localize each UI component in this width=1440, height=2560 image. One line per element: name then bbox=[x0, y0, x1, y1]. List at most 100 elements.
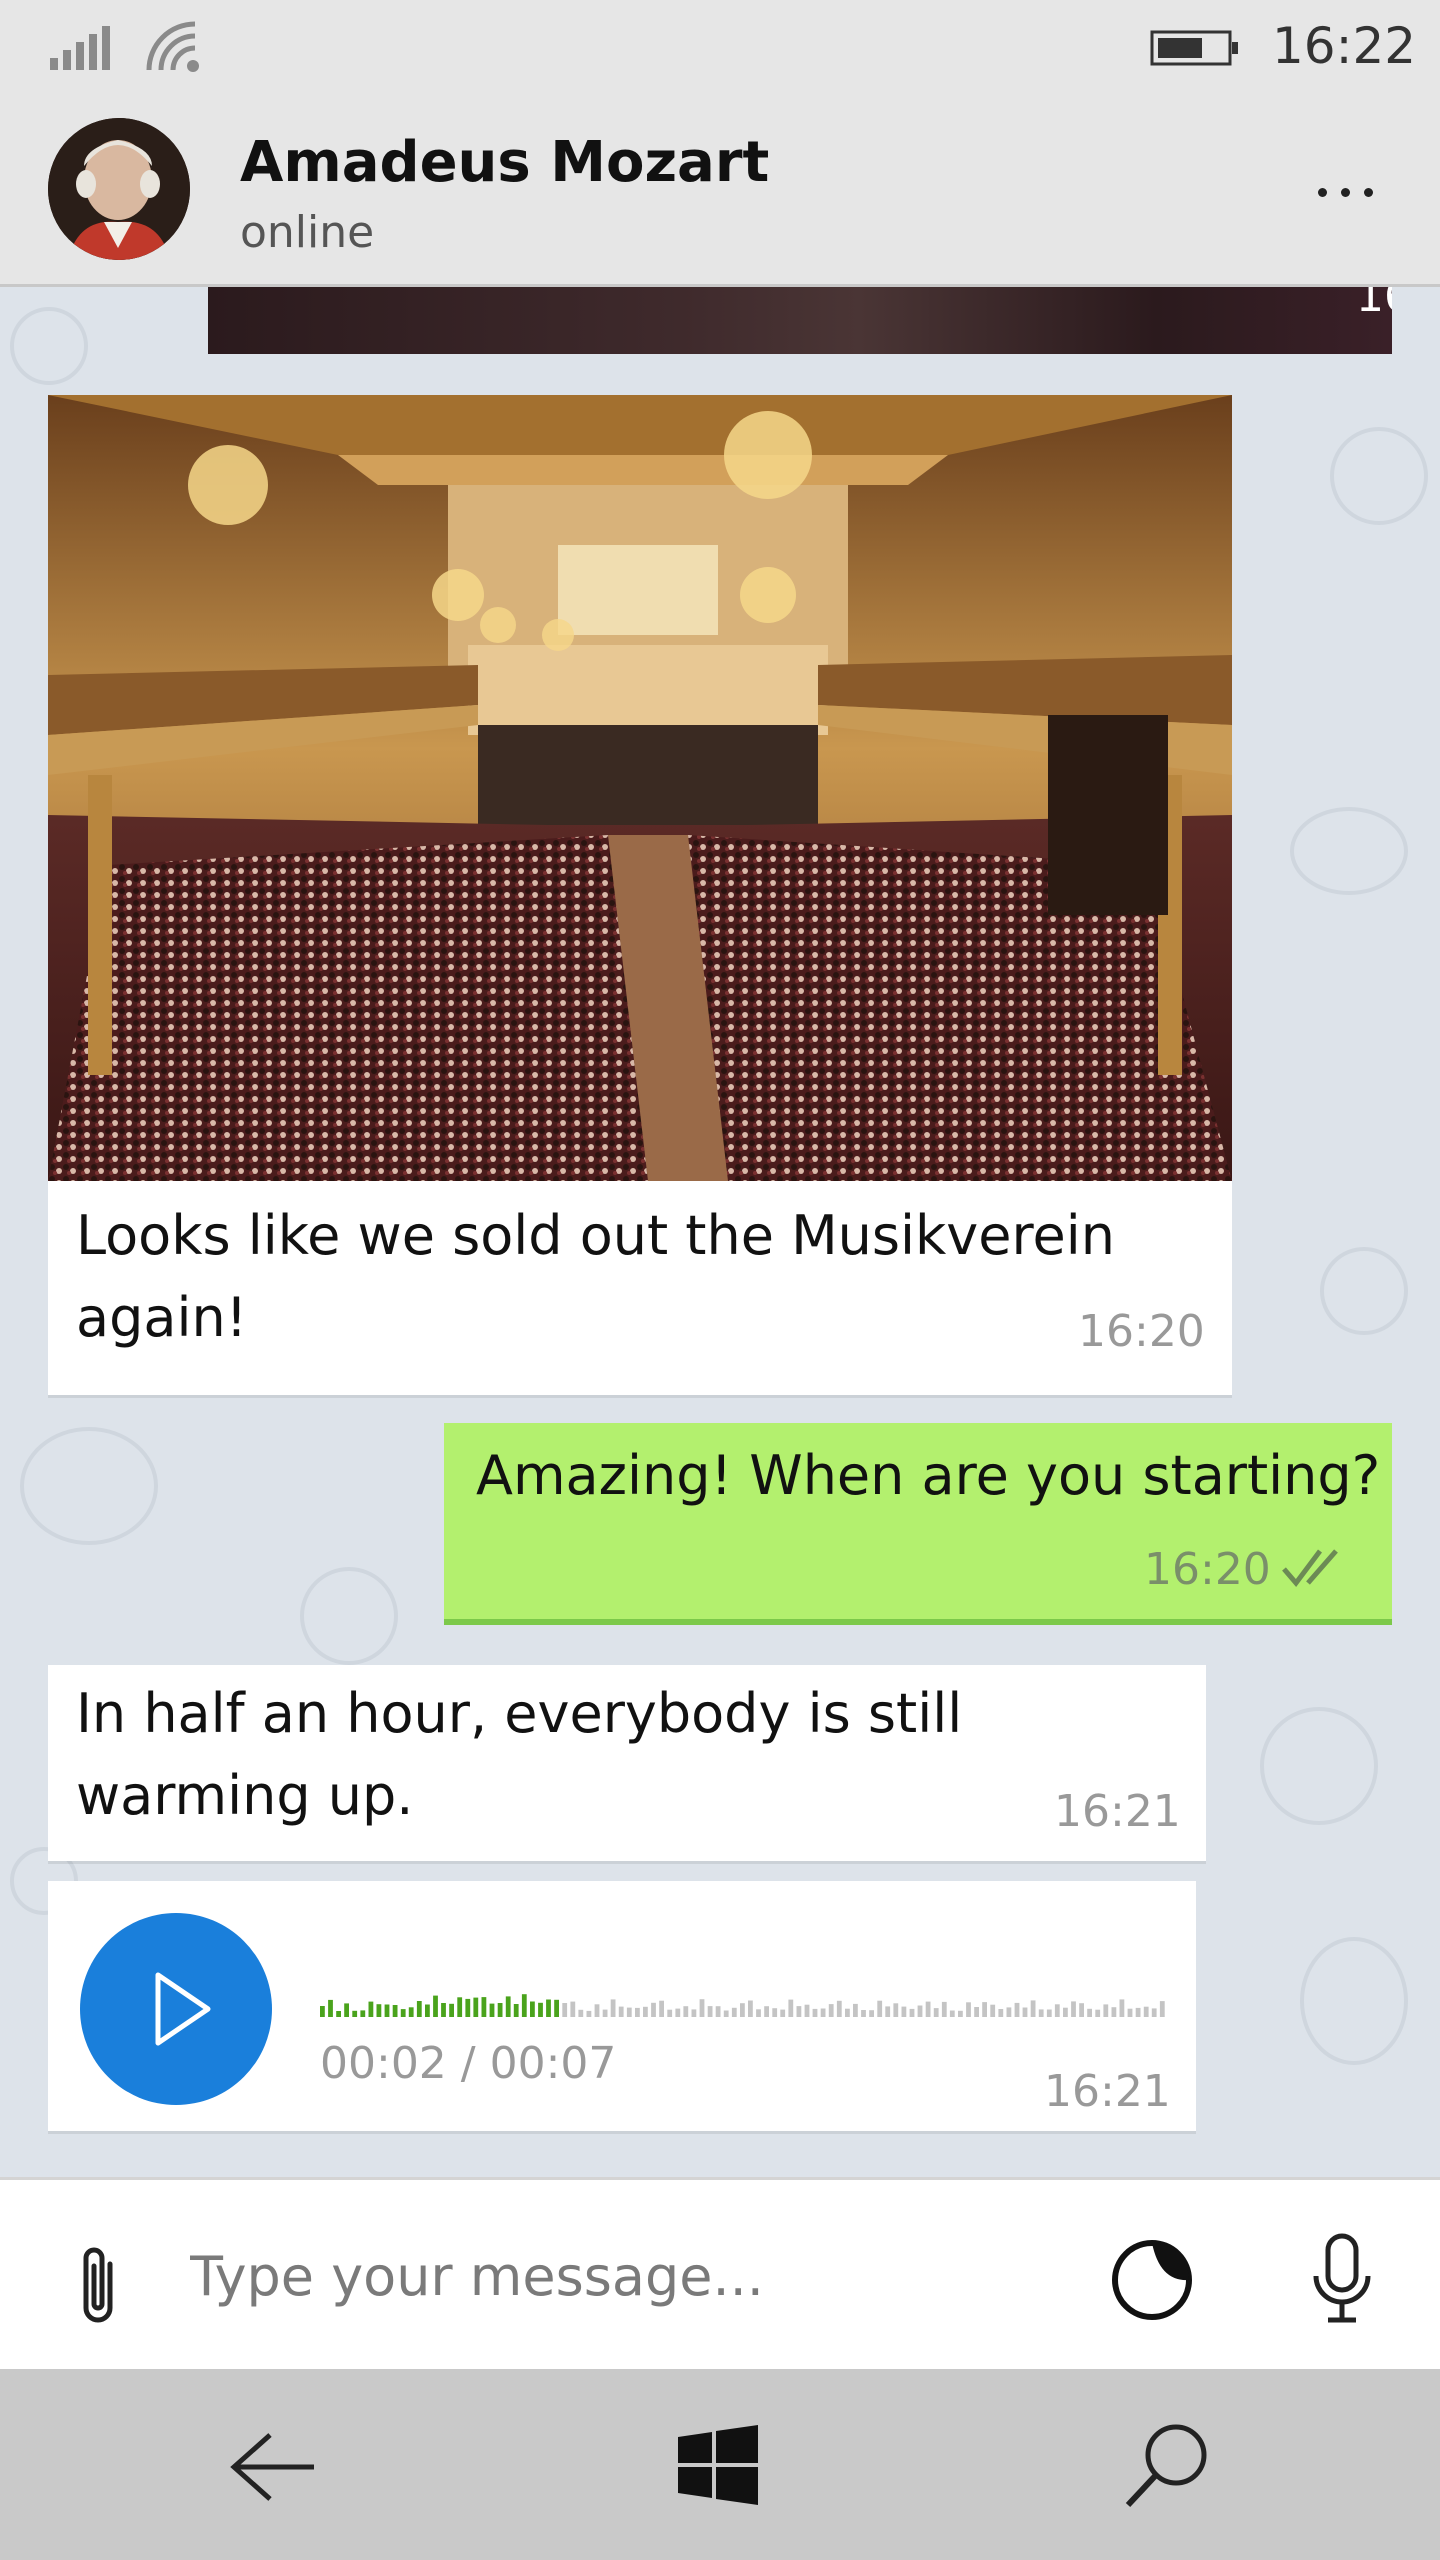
waveform-bar bbox=[893, 2003, 899, 2017]
chat-area[interactable]: 16:10 bbox=[0, 287, 1440, 2177]
waveform-bar bbox=[643, 2006, 648, 2017]
waveform-bar bbox=[869, 2010, 874, 2017]
play-button[interactable] bbox=[80, 1913, 272, 2105]
waveform-bar bbox=[481, 1997, 487, 2017]
message-time: 16:20 bbox=[1144, 1544, 1271, 1595]
waveform-bar bbox=[562, 2003, 568, 2017]
waveform-bar bbox=[1135, 2007, 1141, 2017]
waveform-bar bbox=[974, 2007, 979, 2017]
background-doodle bbox=[1320, 1247, 1408, 1335]
waveform-bar bbox=[699, 1999, 705, 2017]
waveform-bar bbox=[602, 2009, 608, 2017]
waveform-bar bbox=[941, 2001, 947, 2017]
waveform-bar bbox=[1159, 2001, 1165, 2017]
waveform-bar bbox=[441, 2003, 446, 2017]
background-doodle bbox=[1260, 1707, 1378, 1825]
waveform-bar bbox=[1095, 2009, 1101, 2017]
contact-status: online bbox=[240, 207, 375, 258]
waveform-bar bbox=[982, 2002, 987, 2017]
waveform-bar bbox=[917, 2005, 923, 2017]
waveform-bar bbox=[530, 2001, 535, 2017]
waveform-bar bbox=[513, 2004, 519, 2017]
message-text: In half an hour, everybody is still warm… bbox=[76, 1682, 963, 1827]
waveform-bar bbox=[740, 2003, 745, 2017]
waveform-bar bbox=[618, 2006, 624, 2017]
waveform-bar bbox=[990, 2004, 996, 2017]
voice-progress: 00:02 / 00:07 bbox=[320, 2038, 617, 2089]
waveform-bar bbox=[1127, 2008, 1133, 2017]
back-arrow-icon[interactable] bbox=[228, 2429, 318, 2505]
previous-media-message[interactable]: 16:10 bbox=[208, 287, 1392, 354]
avatar-icon bbox=[48, 118, 190, 260]
status-bar: 16:22 bbox=[0, 0, 1440, 98]
background-doodle bbox=[1290, 807, 1408, 895]
waveform-bar bbox=[416, 2001, 422, 2017]
waveform-bar bbox=[570, 2001, 576, 2017]
waveform-bar bbox=[1119, 1999, 1125, 2017]
waveform-bar bbox=[901, 2006, 907, 2017]
message-input[interactable] bbox=[190, 2226, 1050, 2326]
waveform-bar bbox=[715, 2006, 721, 2017]
waveform-bar bbox=[998, 2009, 1004, 2017]
message-text: Looks like we sold out the Musikverein a… bbox=[76, 1204, 1115, 1349]
waveform-bar bbox=[336, 2011, 341, 2017]
avatar[interactable] bbox=[48, 118, 190, 260]
waveform-bar bbox=[933, 2008, 939, 2017]
waveform-bar bbox=[667, 2009, 673, 2017]
more-button[interactable] bbox=[1300, 162, 1390, 222]
waveform-bar bbox=[1063, 2007, 1068, 2017]
waveform-bar bbox=[1143, 2006, 1149, 2017]
waveform-bar bbox=[352, 2010, 358, 2017]
background-doodle bbox=[300, 1567, 398, 1665]
double-check-icon bbox=[1282, 1549, 1338, 1587]
sticker-icon[interactable] bbox=[1110, 2238, 1194, 2322]
waveform-bar bbox=[1038, 2009, 1044, 2017]
background-doodle bbox=[20, 1427, 158, 1545]
windows-logo-icon[interactable] bbox=[678, 2425, 758, 2505]
wifi-icon bbox=[146, 21, 199, 72]
waveform-bar bbox=[400, 2009, 406, 2017]
waveform-bar bbox=[1046, 2009, 1052, 2017]
waveform-bar bbox=[1087, 2008, 1092, 2017]
waveform-bar bbox=[344, 2003, 349, 2017]
waveform-bar bbox=[861, 2010, 866, 2017]
voice-waveform[interactable] bbox=[320, 1973, 1168, 2017]
waveform-bar bbox=[877, 2000, 883, 2017]
concert-hall-photo[interactable] bbox=[48, 395, 1232, 1181]
outgoing-message[interactable]: Amazing! When are you starting? 16:20 bbox=[444, 1423, 1392, 1619]
waveform-bar bbox=[384, 2004, 390, 2017]
microphone-icon[interactable] bbox=[1310, 2232, 1374, 2326]
waveform-bar bbox=[683, 2006, 689, 2017]
waveform-bar bbox=[586, 2010, 592, 2017]
waveform-bar bbox=[949, 2010, 955, 2017]
waveform-bar bbox=[853, 2003, 858, 2017]
paperclip-icon[interactable] bbox=[70, 2242, 126, 2328]
waveform-bar bbox=[675, 2008, 681, 2017]
voice-message[interactable]: 00:02 / 00:07 16:21 bbox=[48, 1881, 1196, 2131]
concert-hall-image bbox=[48, 395, 1232, 1181]
chat-header: Amadeus Mozart online bbox=[0, 98, 1440, 287]
waveform-bar bbox=[433, 1995, 438, 2017]
waveform-bar bbox=[820, 2008, 826, 2017]
waveform-bar bbox=[812, 2008, 818, 2017]
waveform-bar bbox=[691, 2009, 697, 2017]
message-time: 16:20 bbox=[1078, 1306, 1205, 1357]
waveform-bar bbox=[368, 2001, 374, 2017]
waveform-bar bbox=[796, 2006, 802, 2017]
waveform-bar bbox=[473, 1997, 479, 2017]
waveform-bar bbox=[828, 2004, 834, 2017]
signal-icon bbox=[50, 26, 110, 70]
waveform-bar bbox=[505, 1996, 511, 2017]
waveform-bar bbox=[909, 2008, 915, 2017]
waveform-bar bbox=[731, 2007, 737, 2017]
photo-message[interactable]: Looks like we sold out the Musikverein a… bbox=[48, 395, 1232, 1395]
waveform-bar bbox=[772, 2008, 778, 2017]
waveform-bar bbox=[465, 1998, 471, 2017]
waveform-bar bbox=[1151, 2008, 1157, 2017]
search-icon[interactable] bbox=[1124, 2421, 1210, 2509]
waveform-bar bbox=[449, 2003, 454, 2017]
incoming-message[interactable]: In half an hour, everybody is still warm… bbox=[48, 1665, 1206, 1861]
waveform-bar bbox=[1006, 2007, 1012, 2017]
more-icon bbox=[1317, 187, 1327, 197]
message-time: 16:10 bbox=[1356, 287, 1392, 322]
